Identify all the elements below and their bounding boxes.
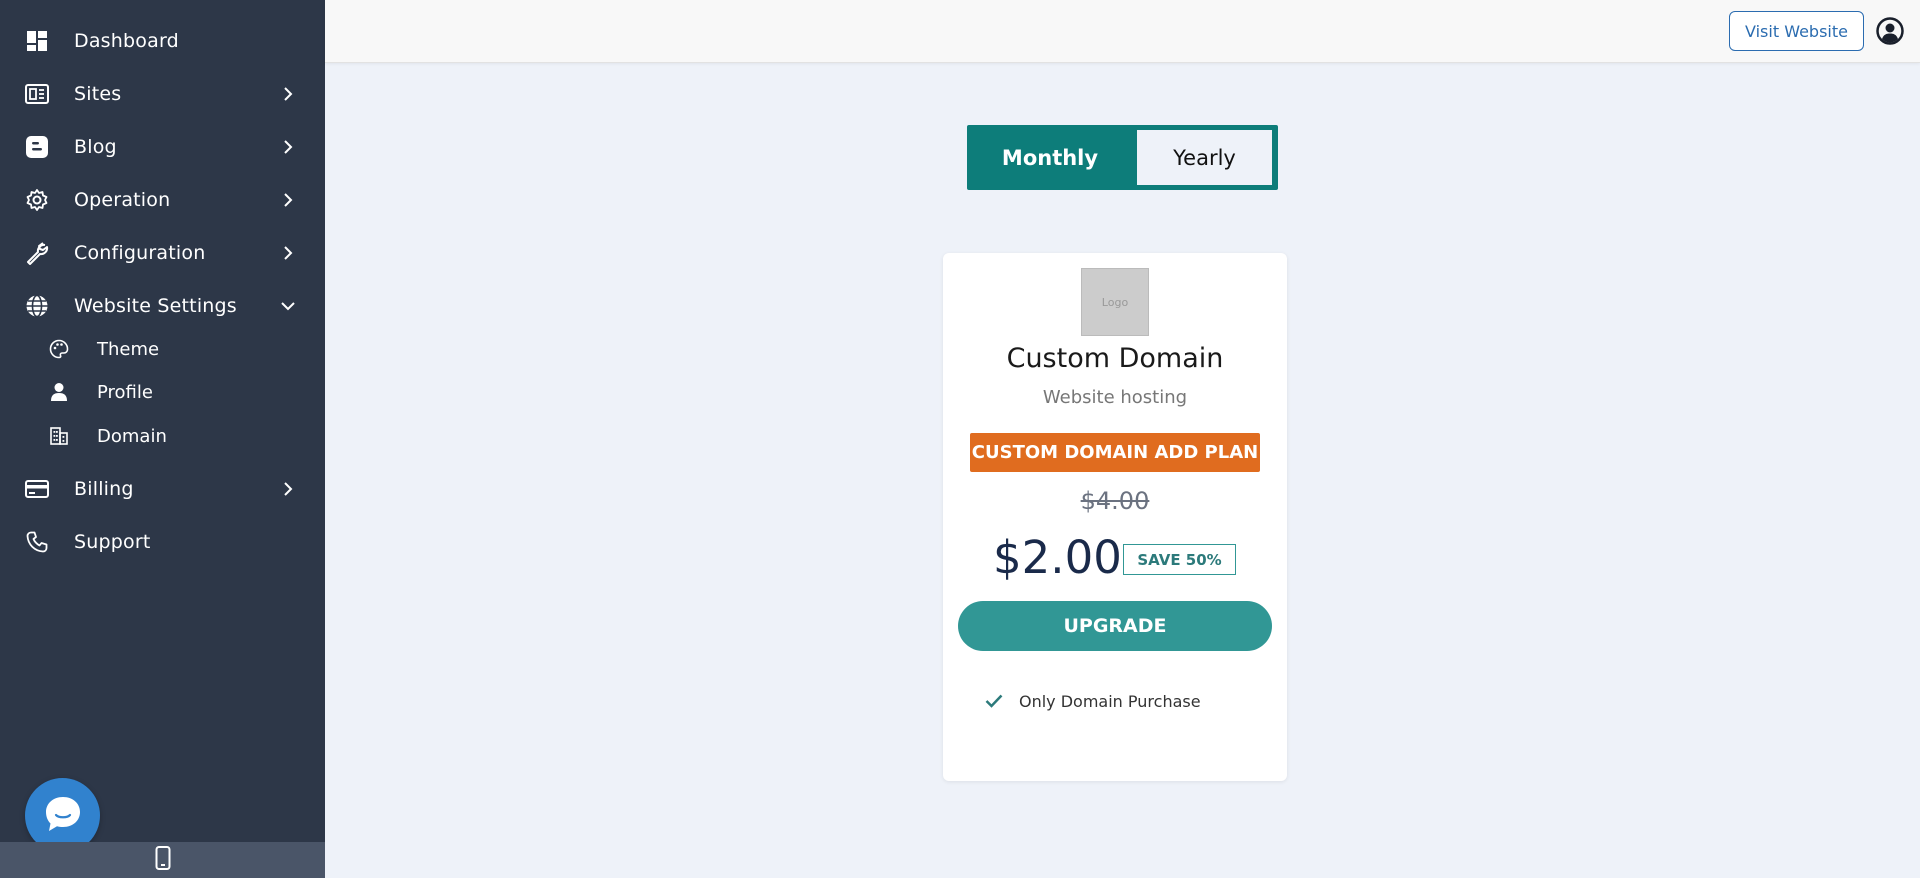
sidebar-item-billing[interactable]: Billing [0,465,325,513]
chat-bubble-icon [42,794,84,838]
mobile-phone-icon[interactable] [155,846,171,874]
sidebar-item-label: Website Settings [74,295,237,317]
building-icon [48,425,70,447]
wrench-icon [24,240,50,266]
sidebar-subitem-label: Profile [97,381,153,403]
blog-icon [24,134,50,160]
sidebar-subitem-profile[interactable]: Profile [0,372,325,412]
chevron-right-icon [281,482,295,496]
plan-title: Custom Domain [1006,343,1224,374]
sidebar-item-sites[interactable]: Sites [0,70,325,118]
sidebar-footer [0,842,325,878]
globe-icon [24,293,50,319]
chevron-right-icon [281,246,295,260]
current-price: $2.00 [993,531,1122,584]
feature-text: Only Domain Purchase [1019,691,1201,711]
sidebar-item-support[interactable]: Support [0,518,325,566]
upgrade-button[interactable]: UPGRADE [958,601,1272,651]
sidebar-item-label: Dashboard [74,30,179,52]
user-icon [48,381,70,403]
dashboard-icon [24,28,50,54]
feature-item: Only Domain Purchase [983,690,1201,712]
sidebar-item-operation[interactable]: Operation [0,176,325,224]
sites-icon [24,81,50,107]
sidebar-subitem-theme[interactable]: Theme [0,329,325,369]
user-account-icon[interactable] [1875,16,1905,46]
gear-icon [24,187,50,213]
toggle-monthly[interactable]: Monthly [967,125,1133,190]
check-icon [983,690,1005,712]
palette-icon [48,338,70,360]
visit-website-button[interactable]: Visit Website [1729,11,1864,51]
chevron-right-icon [281,193,295,207]
credit-card-icon [24,476,50,502]
chevron-right-icon [281,140,295,154]
sidebar-item-label: Billing [74,478,134,500]
sidebar-item-label: Configuration [74,242,206,264]
sidebar-item-website-settings[interactable]: Website Settings [0,282,325,330]
sidebar-subitem-label: Domain [97,425,167,447]
sidebar-item-dashboard[interactable]: Dashboard [0,17,325,65]
sidebar-subitem-domain[interactable]: Domain [0,416,325,456]
plan-logo: Logo [1081,268,1149,336]
sidebar-item-label: Sites [74,83,122,105]
chevron-right-icon [281,87,295,101]
sidebar-item-blog[interactable]: Blog [0,123,325,171]
billing-period-toggle: Monthly Yearly [967,125,1278,190]
phone-icon [24,529,50,555]
sidebar-item-label: Operation [74,189,171,211]
save-badge: SAVE 50% [1123,544,1236,575]
plan-badge: CUSTOM DOMAIN ADD PLAN [970,433,1260,472]
sidebar-item-configuration[interactable]: Configuration [0,229,325,277]
sidebar-item-label: Blog [74,136,117,158]
chevron-down-icon [281,299,295,313]
top-bar: Visit Website [325,0,1920,63]
old-price: $4.00 [1080,487,1150,515]
sidebar-item-label: Support [74,531,151,553]
sidebar: Dashboard Sites Blog Operation Configura… [0,0,325,878]
plan-card: Logo Custom Domain Website hosting CUSTO… [943,253,1287,781]
plan-subtitle: Website hosting [1042,387,1188,408]
toggle-yearly[interactable]: Yearly [1137,130,1272,185]
sidebar-subitem-label: Theme [97,338,160,360]
